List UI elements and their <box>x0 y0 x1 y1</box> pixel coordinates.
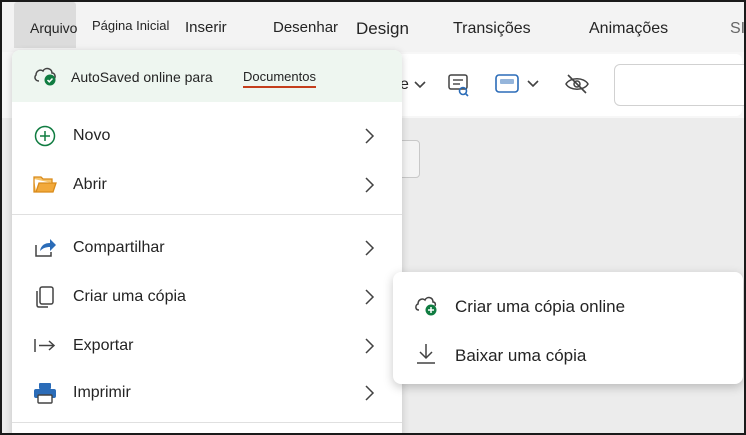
autosave-text: AutoSaved online para <box>71 69 213 85</box>
cloud-add-icon <box>415 296 437 316</box>
menu-item-criar-copia[interactable]: Criar uma cópia <box>12 274 402 320</box>
tab-transicoes[interactable]: Transições <box>453 20 531 38</box>
chevron-right-icon <box>365 240 375 256</box>
menu-item-imprimir[interactable]: Imprimir <box>12 370 402 416</box>
menu-item-label: Criar uma cópia <box>73 288 186 305</box>
app-window: Arquivo Página Inicial Inserir Desenhar … <box>0 0 746 435</box>
tab-arquivo[interactable]: Arquivo <box>14 2 77 48</box>
submenu-item-baixar-copia[interactable]: Baixar uma cópia <box>393 329 743 377</box>
copy-icon <box>36 286 54 308</box>
plus-circle-icon <box>34 125 56 147</box>
chevron-right-icon <box>365 289 375 305</box>
chevron-down-icon <box>414 81 426 89</box>
folder-open-icon <box>33 176 57 193</box>
menu-item-exportar[interactable]: Exportar <box>12 323 402 369</box>
menu-item-compartilhar[interactable]: Compartilhar <box>12 225 402 271</box>
menu-divider <box>12 214 402 215</box>
chevron-right-icon <box>365 128 375 144</box>
autosave-banner: AutoSaved online para Documentos <box>12 50 402 102</box>
tab-pagina-inicial[interactable]: Página Inicial <box>92 18 169 33</box>
chevron-right-icon <box>365 338 375 354</box>
tab-overflow[interactable]: SI <box>730 20 744 38</box>
chevron-right-icon <box>365 385 375 401</box>
menu-item-label: Novo <box>73 127 111 144</box>
chevron-down-icon <box>527 80 539 88</box>
tab-inserir[interactable]: Inserir <box>185 19 227 36</box>
menu-item-abrir[interactable]: Abrir <box>12 162 402 208</box>
layout-icon <box>495 74 519 93</box>
submenu-item-label: Criar uma cópia online <box>455 297 626 316</box>
export-arrow-icon <box>34 339 56 352</box>
file-menu: AutoSaved online para Documentos Novo Ab… <box>12 50 402 433</box>
toolbar-partial-button[interactable]: e <box>400 76 427 94</box>
toolbar-search-box[interactable] <box>614 64 744 106</box>
eye-off-icon <box>565 74 589 94</box>
comment-search-icon <box>448 74 469 97</box>
menu-divider <box>12 422 402 423</box>
menu-item-label: Imprimir <box>73 384 131 401</box>
copy-submenu: Criar uma cópia online Baixar uma cópia <box>393 272 743 384</box>
layout-button[interactable] <box>494 72 540 96</box>
share-icon <box>35 239 56 257</box>
download-icon <box>417 344 435 364</box>
cloud-check-icon <box>34 67 56 86</box>
printer-icon <box>34 383 56 404</box>
submenu-item-label: Baixar uma cópia <box>455 346 587 365</box>
tab-animacoes[interactable]: Animações <box>589 20 668 38</box>
tab-design[interactable]: Design <box>356 19 409 39</box>
autosave-location-link[interactable]: Documentos <box>243 69 316 88</box>
menu-item-novo[interactable]: Novo <box>12 113 402 159</box>
menu-item-label: Abrir <box>73 176 107 193</box>
menu-item-label: Compartilhar <box>73 239 165 256</box>
submenu-item-copia-online[interactable]: Criar uma cópia online <box>393 280 743 328</box>
menu-item-label: Exportar <box>73 337 134 354</box>
comment-search-button[interactable] <box>446 72 472 98</box>
tab-desenhar[interactable]: Desenhar <box>273 19 338 36</box>
hide-button[interactable] <box>564 72 590 96</box>
chevron-right-icon <box>365 177 375 193</box>
ribbon-tab-bar: Arquivo Página Inicial Inserir Desenhar … <box>2 2 744 52</box>
